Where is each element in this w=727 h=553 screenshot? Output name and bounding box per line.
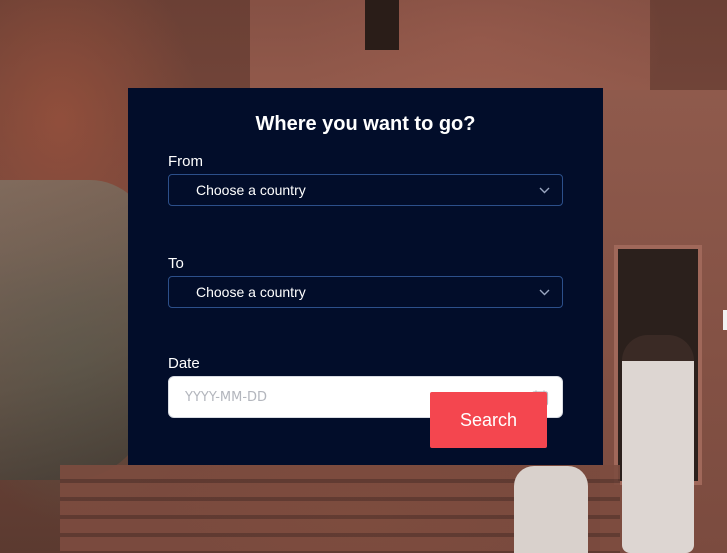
background-temple (250, 0, 650, 90)
to-selected-value: Choose a country (196, 284, 306, 300)
to-country-select[interactable]: Choose a country (168, 276, 563, 308)
from-selected-value: Choose a country (196, 182, 306, 198)
from-label: From (168, 153, 203, 170)
form-title: Where you want to go? (255, 113, 476, 135)
chevron-down-icon (539, 277, 550, 307)
chevron-down-icon (539, 175, 550, 205)
from-country-select[interactable]: Choose a country (168, 174, 563, 206)
background-window (365, 0, 399, 50)
background-person-sitting (514, 466, 588, 553)
background-person-standing (622, 335, 694, 553)
background-text-fragment (723, 310, 727, 330)
date-label: Date (168, 355, 200, 372)
search-form-card: Where you want to go? From Choose a coun… (128, 88, 603, 465)
search-button[interactable]: Search (430, 392, 547, 448)
to-label: To (168, 255, 184, 272)
